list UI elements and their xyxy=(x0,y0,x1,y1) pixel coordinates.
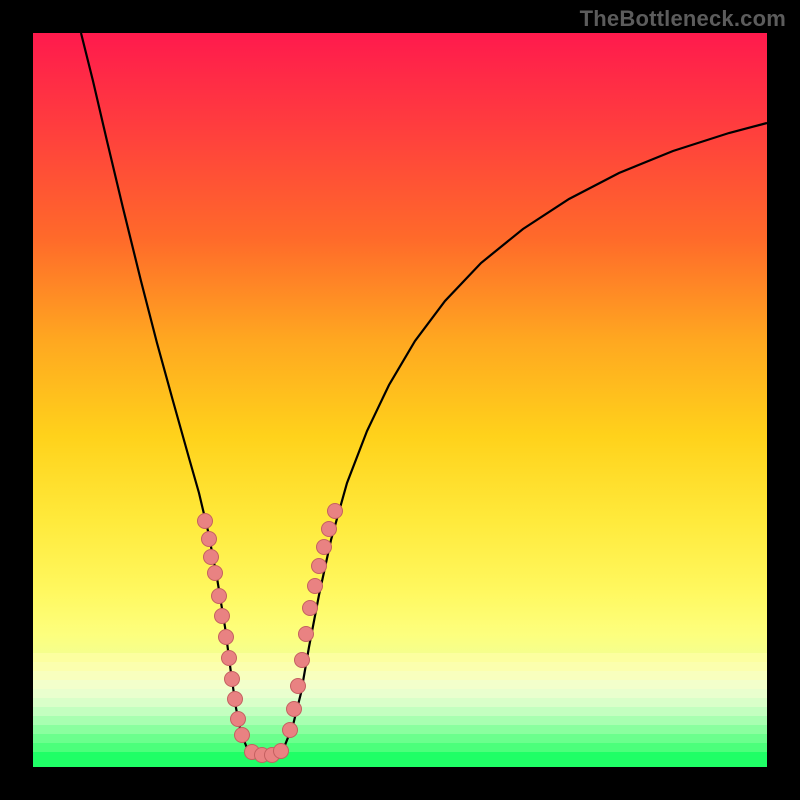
curve-right xyxy=(277,123,767,754)
data-dot xyxy=(231,712,246,727)
data-dots xyxy=(198,504,343,763)
data-dot xyxy=(235,728,250,743)
data-dot xyxy=(198,514,213,529)
data-dot xyxy=(225,672,240,687)
curve-left xyxy=(81,33,254,754)
data-dot xyxy=(219,630,234,645)
data-dot xyxy=(208,566,223,581)
watermark-text: TheBottleneck.com xyxy=(580,6,786,32)
data-dot xyxy=(215,609,230,624)
bottleneck-curve xyxy=(33,33,767,767)
data-dot xyxy=(283,723,298,738)
data-dot xyxy=(317,540,332,555)
data-dot xyxy=(202,532,217,547)
data-dot xyxy=(295,653,310,668)
chart-frame: TheBottleneck.com xyxy=(0,0,800,800)
data-dot xyxy=(303,601,318,616)
data-dot xyxy=(308,579,323,594)
data-dot xyxy=(322,522,337,537)
data-dot xyxy=(312,559,327,574)
data-dot xyxy=(287,702,302,717)
data-dot xyxy=(222,651,237,666)
data-dot xyxy=(299,627,314,642)
data-dot xyxy=(274,744,289,759)
data-dot xyxy=(228,692,243,707)
plot-area xyxy=(33,33,767,767)
data-dot xyxy=(328,504,343,519)
data-dot xyxy=(212,589,227,604)
data-dot xyxy=(204,550,219,565)
data-dot xyxy=(291,679,306,694)
